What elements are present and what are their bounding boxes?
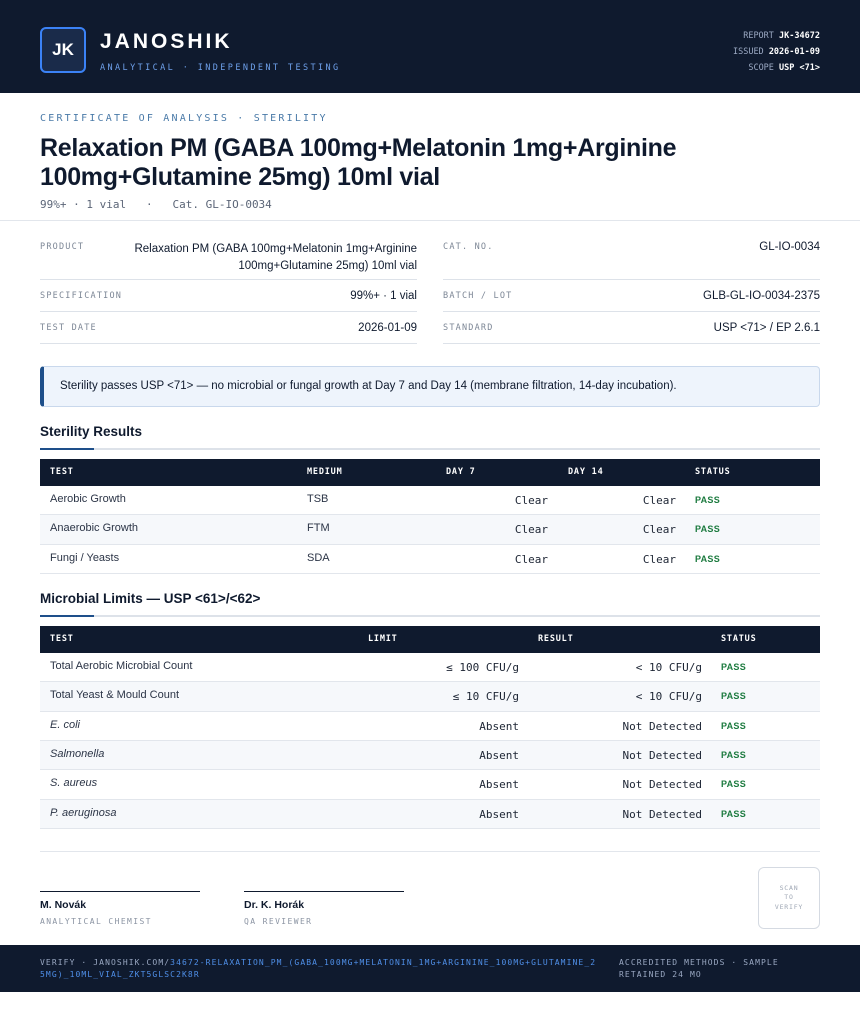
status-badge: PASS [721,721,747,731]
detail-product: PRODUCT Relaxation PM (GABA 100mg+Melato… [40,236,417,280]
detail-test-date: TEST DATE 2026-01-09 [40,312,417,344]
signature-divider [40,851,820,852]
col-medium: MEDIUM [307,467,343,477]
brand-tagline: ANALYTICAL · INDEPENDENT TESTING [100,63,341,73]
status-badge: PASS [721,662,747,672]
col-status: STATUS [721,634,757,644]
status-badge: PASS [695,495,721,505]
issued-date: 2026-01-09 [768,47,820,57]
detail-label: PRODUCT [40,242,85,252]
status-badge: PASS [721,779,747,789]
status-badge: PASS [721,750,747,760]
footer-note: ACCREDITED METHODS · SAMPLE RETAINED 24 … [619,958,779,979]
status-badge: PASS [695,524,721,534]
sterility-table-header: TEST MEDIUM DAY 7 DAY 14 STATUS [40,459,820,486]
detail-standard: STANDARD USP <71> / EP 2.6.1 [443,312,820,344]
table-row: Anaerobic Growth FTM Clear Clear PASS [40,515,820,545]
report-meta: REPORT JK-34672 ISSUED 2026-01-09 SCOPE … [733,28,820,76]
table-row: S. aureus Absent Not Detected PASS [40,770,820,800]
summary-callout: Sterility passes USP <71> — no microbial… [40,366,820,407]
col-test: TEST [50,634,74,644]
sterility-heading: Sterility Results [40,424,143,439]
verify-text: VERIFY · JANOSHIK.COM/34672-RELAXATION_P… [40,958,597,979]
detail-batch-lot: BATCH / LOT GLB-GL-IO-0034-2375 [443,280,820,312]
title-divider [0,220,860,221]
col-result: RESULT [538,634,574,644]
col-test: TEST [50,467,74,477]
summary-text: Sterility passes USP <71> — no microbial… [60,380,677,392]
signature-line [244,891,404,892]
report-id: JK-34672 [779,31,820,41]
brand-logo: JK [40,27,86,73]
signer-name: M. Novák [40,899,87,911]
logo-initials: JK [52,40,74,59]
table-row: Salmonella Absent Not Detected PASS [40,741,820,770]
table-row: P. aeruginosa Absent Not Detected PASS [40,800,820,829]
status-badge: PASS [721,809,747,819]
report-footer: VERIFY · JANOSHIK.COM/34672-RELAXATION_P… [0,945,860,992]
signature-line [40,891,200,892]
product-subtitle: 99%+ · 1 vial · Cat. GL-IO-0034 [40,198,272,211]
report-header: JK JANOSHIK ANALYTICAL · INDEPENDENT TES… [0,0,860,93]
table-row: Total Aerobic Microbial Count ≤ 100 CFU/… [40,653,820,682]
signer-role: QA REVIEWER [244,917,313,926]
microbial-heading-rule [40,615,820,617]
qr-verify-placeholder[interactable]: SCAN TO VERIFY [758,867,820,929]
scope-value: USP <71> [779,63,820,73]
status-badge: PASS [695,554,721,564]
col-day14: DAY 14 [568,467,604,477]
detail-value: Relaxation PM (GABA 100mg+Melatonin 1mg+… [134,243,417,272]
table-row: Fungi / Yeasts SDA Clear Clear PASS [40,545,820,574]
brand-name: JANOSHIK [100,30,233,53]
microbial-heading: Microbial Limits — USP <61>/<62> [40,591,261,606]
document-kicker: CERTIFICATE OF ANALYSIS · STERILITY [40,113,328,124]
col-limit: LIMIT [368,634,398,644]
page-title: Relaxation PM (GABA 100mg+Melatonin 1mg+… [40,134,677,191]
sterility-heading-rule [40,448,820,450]
table-row: Total Yeast & Mould Count ≤ 10 CFU/g < 1… [40,682,820,712]
issued-line: ISSUED 2026-01-09 [732,47,820,57]
table-row: E. coli Absent Not Detected PASS [40,712,820,741]
col-status: STATUS [695,467,731,477]
report-id-line: REPORT JK-34672 [743,31,820,41]
col-day7: DAY 7 [446,467,476,477]
detail-specification: SPECIFICATION 99%+ · 1 vial [40,280,417,312]
scope-line: SCOPE USP <71> [748,63,820,73]
status-badge: PASS [721,691,747,701]
detail-cat-no: CAT. NO. GL-IO-0034 [443,236,820,280]
microbial-table-header: TEST LIMIT RESULT STATUS [40,626,820,653]
signer-role: ANALYTICAL CHEMIST [40,917,152,926]
signer-name: Dr. K. Horák [244,899,305,911]
table-row: Aerobic Growth TSB Clear Clear PASS [40,486,820,515]
